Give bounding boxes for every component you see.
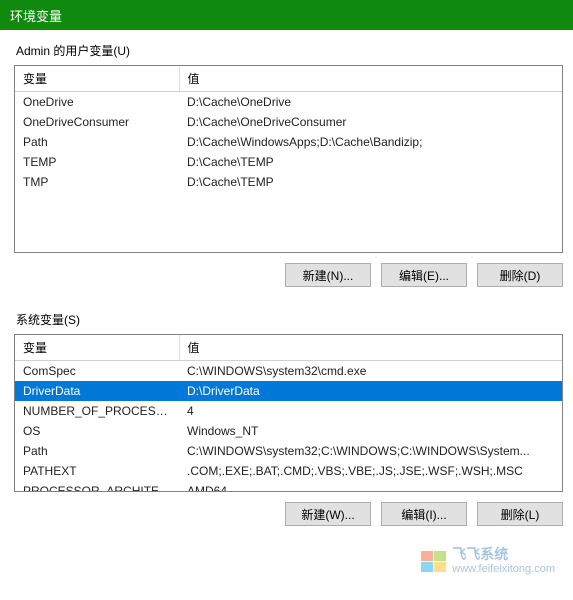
col-header-variable[interactable]: 变量 <box>15 66 179 92</box>
user-vars-header-row: 变量 值 <box>15 66 562 92</box>
table-row[interactable]: PathC:\WINDOWS\system32;C:\WINDOWS;C:\WI… <box>15 441 562 461</box>
user-vars-button-row: 新建(N)... 编辑(E)... 删除(D) <box>14 263 563 287</box>
table-row[interactable]: ComSpecC:\WINDOWS\system32\cmd.exe <box>15 361 562 382</box>
var-value-cell: Windows_NT <box>179 421 562 441</box>
sys-vars-label: 系统变量(S) <box>14 311 563 328</box>
var-value-cell: D:\Cache\OneDriveConsumer <box>179 112 562 132</box>
user-vars-label: Admin 的用户变量(U) <box>14 42 563 59</box>
sys-vars-table: 变量 值 ComSpecC:\WINDOWS\system32\cmd.exeD… <box>15 335 562 492</box>
table-row[interactable]: OneDriveD:\Cache\OneDrive <box>15 92 562 113</box>
table-row[interactable]: PATHEXT.COM;.EXE;.BAT;.CMD;.VBS;.VBE;.JS… <box>15 461 562 481</box>
var-name-cell: OneDrive <box>15 92 179 113</box>
col-header-variable[interactable]: 变量 <box>15 335 179 361</box>
var-value-cell: D:\Cache\WindowsApps;D:\Cache\Bandizip; <box>179 132 562 152</box>
var-value-cell: D:\DriverData <box>179 381 562 401</box>
var-name-cell: OS <box>15 421 179 441</box>
user-new-button[interactable]: 新建(N)... <box>285 263 371 287</box>
var-name-cell: Path <box>15 441 179 461</box>
table-row[interactable]: PROCESSOR_ARCHITECT...AMD64 <box>15 481 562 492</box>
var-name-cell: PROCESSOR_ARCHITECT... <box>15 481 179 492</box>
var-name-cell: DriverData <box>15 381 179 401</box>
table-row[interactable]: TEMPD:\Cache\TEMP <box>15 152 562 172</box>
user-vars-table-wrap[interactable]: 变量 值 OneDriveD:\Cache\OneDriveOneDriveCo… <box>14 65 563 253</box>
sys-delete-button[interactable]: 删除(L) <box>477 502 563 526</box>
var-name-cell: ComSpec <box>15 361 179 382</box>
var-name-cell: TMP <box>15 172 179 192</box>
table-row[interactable]: TMPD:\Cache\TEMP <box>15 172 562 192</box>
var-name-cell: TEMP <box>15 152 179 172</box>
user-edit-button[interactable]: 编辑(E)... <box>381 263 467 287</box>
sys-new-button[interactable]: 新建(W)... <box>285 502 371 526</box>
table-row[interactable]: NUMBER_OF_PROCESSORS4 <box>15 401 562 421</box>
col-header-value[interactable]: 值 <box>179 66 562 92</box>
var-value-cell: D:\Cache\TEMP <box>179 152 562 172</box>
sys-vars-header-row: 变量 值 <box>15 335 562 361</box>
var-value-cell: .COM;.EXE;.BAT;.CMD;.VBS;.VBE;.JS;.JSE;.… <box>179 461 562 481</box>
var-name-cell: OneDriveConsumer <box>15 112 179 132</box>
var-value-cell: C:\WINDOWS\system32\cmd.exe <box>179 361 562 382</box>
window-title: 环境变量 <box>10 6 62 25</box>
var-value-cell: D:\Cache\OneDrive <box>179 92 562 113</box>
var-value-cell: C:\WINDOWS\system32;C:\WINDOWS;C:\WINDOW… <box>179 441 562 461</box>
user-delete-button[interactable]: 删除(D) <box>477 263 563 287</box>
col-header-value[interactable]: 值 <box>179 335 562 361</box>
var-name-cell: NUMBER_OF_PROCESSORS <box>15 401 179 421</box>
user-vars-group: Admin 的用户变量(U) 变量 值 OneDriveD:\Cache\One… <box>14 42 563 287</box>
sys-edit-button[interactable]: 编辑(I)... <box>381 502 467 526</box>
table-row[interactable]: OSWindows_NT <box>15 421 562 441</box>
sys-vars-button-row: 新建(W)... 编辑(I)... 删除(L) <box>14 502 563 526</box>
dialog-content: Admin 的用户变量(U) 变量 值 OneDriveD:\Cache\One… <box>0 30 573 560</box>
var-value-cell: 4 <box>179 401 562 421</box>
table-row[interactable]: DriverDataD:\DriverData <box>15 381 562 401</box>
sys-vars-group: 系统变量(S) 变量 值 ComSpecC:\WINDOWS\system32\… <box>14 311 563 526</box>
var-name-cell: Path <box>15 132 179 152</box>
title-bar[interactable]: 环境变量 <box>0 0 573 30</box>
var-value-cell: AMD64 <box>179 481 562 492</box>
user-vars-table: 变量 值 OneDriveD:\Cache\OneDriveOneDriveCo… <box>15 66 562 192</box>
var-value-cell: D:\Cache\TEMP <box>179 172 562 192</box>
table-row[interactable]: PathD:\Cache\WindowsApps;D:\Cache\Bandiz… <box>15 132 562 152</box>
sys-vars-table-wrap[interactable]: 变量 值 ComSpecC:\WINDOWS\system32\cmd.exeD… <box>14 334 563 492</box>
var-name-cell: PATHEXT <box>15 461 179 481</box>
table-row[interactable]: OneDriveConsumerD:\Cache\OneDriveConsume… <box>15 112 562 132</box>
